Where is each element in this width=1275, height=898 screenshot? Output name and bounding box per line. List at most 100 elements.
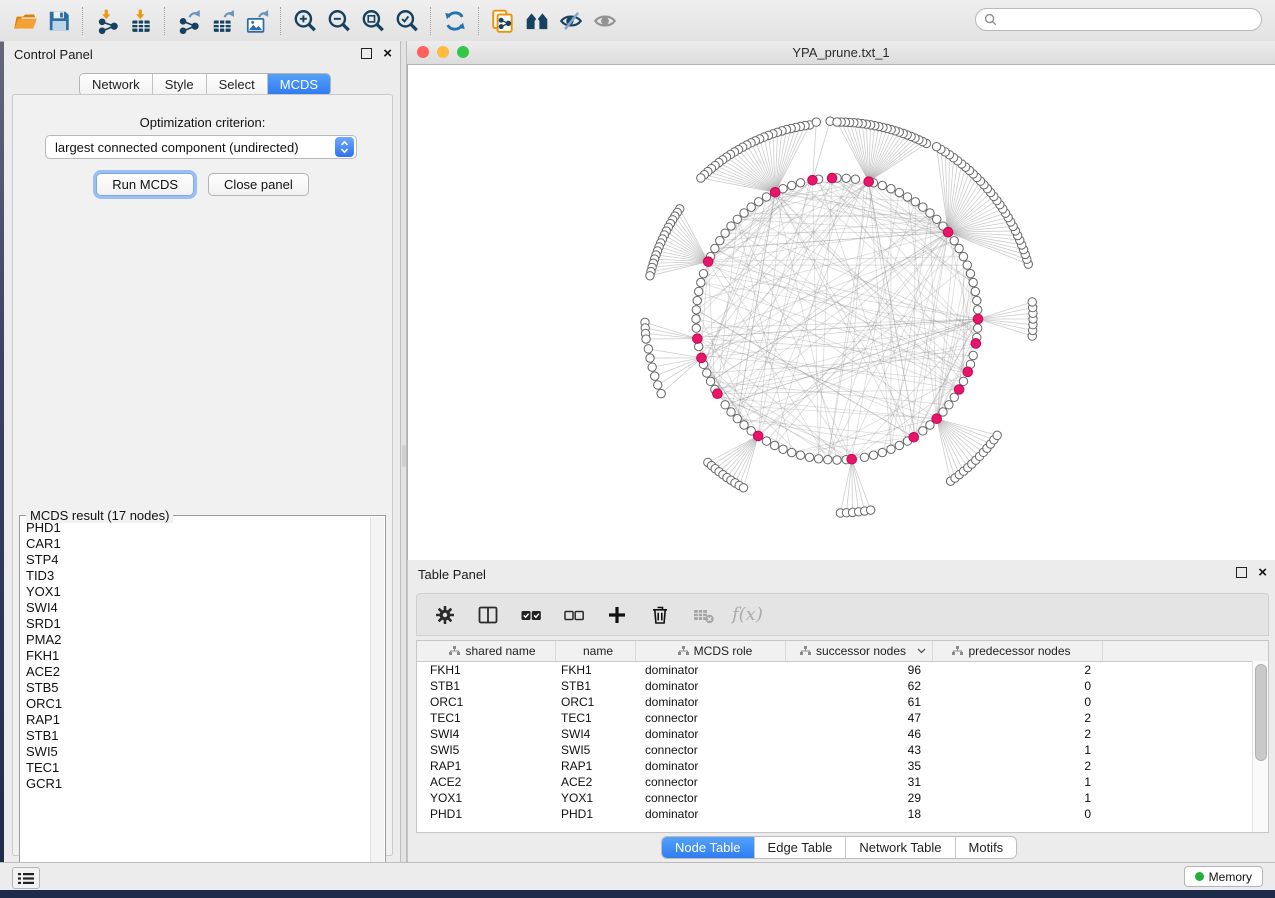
mcds-node[interactable] (697, 353, 707, 363)
network-node[interactable] (727, 408, 735, 416)
zoom-selected-button[interactable] (390, 6, 424, 36)
column-header-shared-name[interactable]: shared name (417, 641, 556, 661)
close-panel-icon[interactable]: × (1258, 568, 1267, 578)
network-node[interactable] (805, 453, 813, 461)
network-node[interactable] (932, 142, 940, 150)
cell-name[interactable]: SWI5 (556, 742, 636, 758)
network-node[interactable] (699, 269, 707, 277)
run-mcds-button[interactable]: Run MCDS (96, 173, 194, 196)
network-node[interactable] (733, 415, 741, 423)
close-window-icon[interactable] (417, 46, 429, 58)
cell-predecessor-nodes[interactable]: 1 (933, 774, 1103, 790)
network-node[interactable] (796, 179, 804, 187)
cell-predecessor-nodes[interactable]: 1 (933, 790, 1103, 806)
cell-mcds-role[interactable]: connector (636, 742, 786, 758)
network-node[interactable] (945, 401, 953, 409)
splitter-handle[interactable] (402, 445, 406, 467)
mcds-result-item[interactable]: RAP1 (22, 712, 369, 728)
network-node[interactable] (762, 193, 770, 201)
mcds-node[interactable] (932, 414, 942, 424)
network-canvas[interactable] (407, 65, 1275, 560)
network-node[interactable] (654, 381, 662, 389)
zoom-fit-button[interactable] (356, 6, 390, 36)
network-window-titlebar[interactable]: YPA_prune.txt_1 (407, 41, 1275, 65)
cell-predecessor-nodes[interactable]: 0 (933, 678, 1103, 694)
table-row[interactable]: ACE2 ACE2 connector 31 1 (417, 774, 1268, 790)
network-node[interactable] (887, 445, 895, 453)
cell-successor-nodes[interactable]: 62 (786, 678, 933, 694)
mcds-result-item[interactable]: ACE2 (22, 664, 369, 680)
table-row[interactable]: TEC1 TEC1 connector 47 2 (417, 710, 1268, 726)
cell-successor-nodes[interactable]: 96 (786, 662, 933, 678)
import-network-button[interactable] (90, 6, 124, 36)
table-scrollbar-thumb[interactable] (1255, 664, 1267, 761)
cell-shared-name[interactable]: RAP1 (417, 758, 556, 774)
network-node[interactable] (842, 174, 850, 182)
cell-successor-nodes[interactable]: 61 (786, 694, 933, 710)
cell-successor-nodes[interactable]: 29 (786, 790, 933, 806)
tab-motifs[interactable]: Motifs (956, 837, 1017, 858)
network-node[interactable] (824, 455, 832, 463)
table-row[interactable]: STB1 STB1 dominator 62 0 (417, 678, 1268, 694)
network-node[interactable] (878, 448, 886, 456)
network-node[interactable] (973, 306, 981, 314)
table-row[interactable]: SWI4 SWI4 dominator 46 2 (417, 726, 1268, 742)
float-panel-icon[interactable] (361, 48, 372, 59)
network-node[interactable] (926, 209, 934, 217)
network-node[interactable] (695, 287, 703, 295)
task-history-button[interactable] (12, 867, 40, 889)
network-node[interactable] (869, 451, 877, 459)
network-node[interactable] (959, 377, 967, 385)
network-node[interactable] (779, 445, 787, 453)
cell-name[interactable]: TEC1 (556, 710, 636, 726)
mcds-result-list[interactable]: PHD1CAR1STP4TID3YOX1SWI4SRD1PMA2FKH1ACE2… (22, 520, 369, 881)
network-node[interactable] (754, 198, 762, 206)
network-node[interactable] (971, 287, 979, 295)
network-node[interactable] (973, 324, 981, 332)
mcds-result-item[interactable]: SWI5 (22, 744, 369, 760)
mcds-node[interactable] (693, 334, 703, 344)
cell-shared-name[interactable]: SWI5 (417, 742, 556, 758)
minimize-window-icon[interactable] (437, 46, 449, 58)
network-node[interactable] (833, 456, 841, 464)
mcds-scrollbar[interactable] (370, 517, 384, 882)
table-row[interactable]: ORC1 ORC1 dominator 61 0 (417, 694, 1268, 710)
network-node[interactable] (692, 306, 700, 314)
open-file-button[interactable] (8, 6, 42, 36)
float-panel-icon[interactable] (1236, 567, 1247, 578)
cell-name[interactable]: FKH1 (556, 662, 636, 678)
network-node[interactable] (692, 315, 700, 323)
network-node[interactable] (878, 181, 886, 189)
cell-shared-name[interactable]: FKH1 (417, 662, 556, 678)
network-node[interactable] (642, 335, 650, 343)
mcds-result-item[interactable]: SWI4 (22, 600, 369, 616)
network-node[interactable] (721, 401, 729, 409)
tab-style[interactable]: Style (153, 74, 207, 95)
table-row[interactable]: PHD1 PHD1 dominator 18 0 (417, 806, 1268, 822)
network-node[interactable] (646, 272, 654, 280)
chevron-down-icon[interactable] (917, 648, 926, 654)
refresh-button[interactable] (438, 6, 472, 36)
cell-mcds-role[interactable]: dominator (636, 758, 786, 774)
network-node[interactable] (733, 215, 741, 223)
network-node[interactable] (716, 236, 724, 244)
network-node[interactable] (727, 222, 735, 230)
cell-mcds-role[interactable]: dominator (636, 726, 786, 742)
network-node[interactable] (895, 441, 903, 449)
mcds-node[interactable] (864, 177, 874, 187)
network-node[interactable] (796, 451, 804, 459)
column-header-name[interactable]: name (556, 641, 636, 661)
cell-predecessor-nodes[interactable]: 2 (933, 758, 1103, 774)
mcds-result-item[interactable]: STP4 (22, 552, 369, 568)
network-node[interactable] (933, 215, 941, 223)
mcds-result-item[interactable]: PMA2 (22, 632, 369, 648)
network-node[interactable] (959, 252, 967, 260)
network-node[interactable] (955, 244, 963, 252)
network-node[interactable] (911, 198, 919, 206)
network-node[interactable] (648, 363, 656, 371)
mcds-node[interactable] (909, 432, 919, 442)
cell-successor-nodes[interactable]: 43 (786, 742, 933, 758)
column-header-predecessor-nodes[interactable]: predecessor nodes (933, 641, 1103, 661)
cell-shared-name[interactable]: STB1 (417, 678, 556, 694)
network-graph[interactable] (408, 65, 1275, 560)
